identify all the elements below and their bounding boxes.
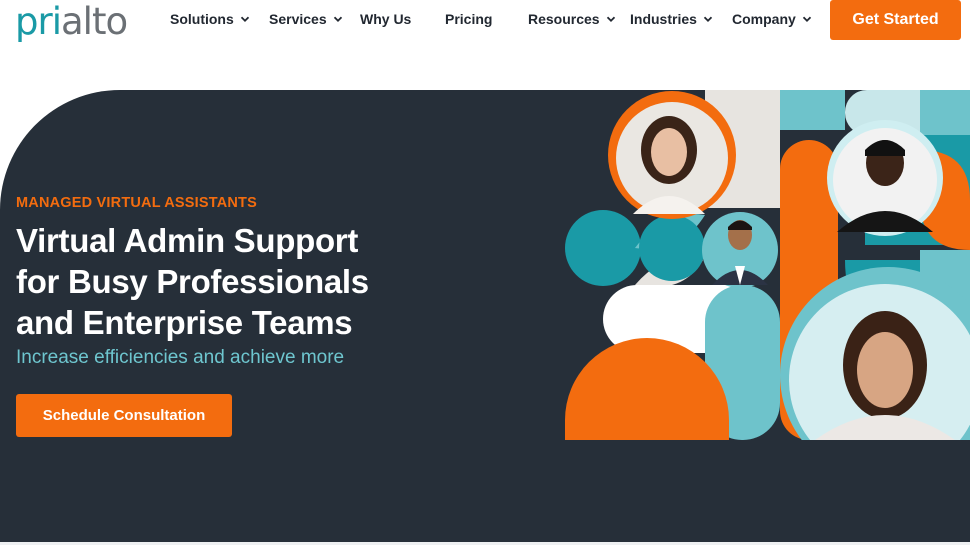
nav-item-resources[interactable]: Resources xyxy=(528,11,616,27)
hero-section: MANAGED VIRTUAL ASSISTANTS Virtual Admin… xyxy=(0,90,970,542)
nav-item-pricing[interactable]: Pricing xyxy=(445,11,492,27)
chevron-down-icon xyxy=(333,14,343,24)
hero-subhead: Increase efficiencies and achieve more xyxy=(16,347,345,368)
hero-eyebrow: MANAGED VIRTUAL ASSISTANTS xyxy=(16,195,257,211)
hero-illustration xyxy=(565,90,970,440)
chevron-down-icon xyxy=(606,14,616,24)
nav-item-services[interactable]: Services xyxy=(269,11,343,27)
chevron-down-icon xyxy=(703,14,713,24)
nav-item-industries[interactable]: Industries xyxy=(630,11,713,27)
schedule-consultation-button[interactable]: Schedule Consultation xyxy=(16,394,232,437)
get-started-button[interactable]: Get Started xyxy=(830,0,961,40)
nav-item-solutions[interactable]: Solutions xyxy=(170,11,250,27)
top-navigation: prialto Solutions Services Why Us Pricin… xyxy=(0,0,970,44)
nav-item-company[interactable]: Company xyxy=(732,11,812,27)
prialto-logo[interactable]: prialto xyxy=(15,0,128,44)
chevron-down-icon xyxy=(802,14,812,24)
nav-item-why-us[interactable]: Why Us xyxy=(360,11,411,27)
hero-headline: Virtual Admin Support for Busy Professio… xyxy=(16,222,369,341)
chevron-down-icon xyxy=(240,14,250,24)
